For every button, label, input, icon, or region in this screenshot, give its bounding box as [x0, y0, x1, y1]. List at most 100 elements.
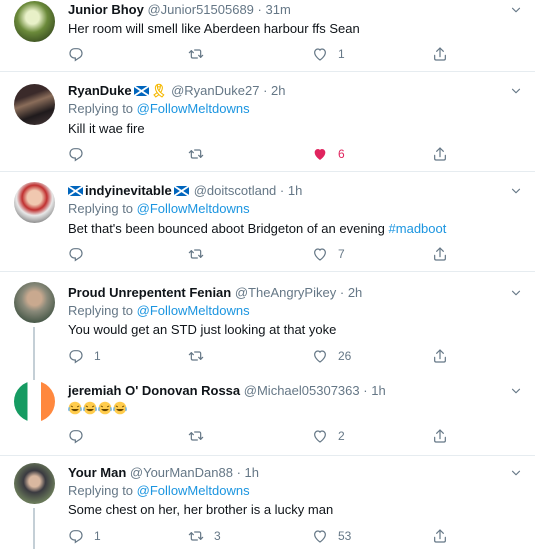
retweet-button[interactable]: 3	[188, 527, 221, 545]
reply-button[interactable]: 1	[68, 527, 101, 545]
display-name[interactable]: indyinevitable	[85, 183, 172, 198]
tweet[interactable]: Junior Bhoy @Junior51505689 · 31m Her ro…	[0, 0, 535, 72]
tweet-actions: 7	[68, 245, 528, 263]
tweet[interactable]: RyanDuke 🎗 @RyanDuke27 · 2h Replying to @F…	[0, 72, 535, 172]
tweet[interactable]: Your Man @YourManDan88 · 1h Replying to …	[0, 456, 535, 549]
tweet-text: Her room will smell like Aberdeen harbou…	[68, 21, 360, 36]
heart-icon	[312, 146, 328, 162]
timestamp[interactable]: 1h	[245, 465, 259, 480]
user-handle[interactable]: @doitscotland	[194, 183, 277, 198]
tears-of-joy-emoji	[98, 401, 112, 415]
retweet-button[interactable]	[188, 145, 214, 163]
mention-link[interactable]: @FollowMeltdowns	[137, 101, 250, 116]
retweet-count: 3	[214, 529, 221, 543]
display-name[interactable]: Junior Bhoy	[68, 2, 144, 17]
reply-count: 1	[94, 529, 101, 543]
timestamp[interactable]: 2h	[348, 285, 362, 300]
share-button[interactable]	[432, 245, 448, 263]
avatar[interactable]	[14, 182, 55, 223]
user-handle[interactable]: @Junior51505689	[147, 2, 253, 17]
user-handle[interactable]: @Michael05307363	[244, 383, 360, 398]
chevron-down-icon[interactable]	[509, 84, 523, 98]
retweet-icon	[188, 46, 204, 62]
chevron-down-icon[interactable]	[509, 3, 523, 17]
chevron-down-icon[interactable]	[509, 184, 523, 198]
share-icon	[432, 348, 448, 364]
reply-button[interactable]	[68, 245, 94, 263]
like-count: 2	[338, 429, 345, 443]
share-button[interactable]	[432, 427, 448, 445]
mention-link[interactable]: @FollowMeltdowns	[137, 303, 250, 318]
avatar[interactable]	[14, 381, 55, 422]
display-name[interactable]: RyanDuke	[68, 83, 132, 98]
like-button[interactable]: 7	[312, 245, 345, 263]
reply-button[interactable]	[68, 45, 94, 63]
like-button[interactable]: 2	[312, 427, 345, 445]
chevron-down-icon[interactable]	[509, 466, 523, 480]
timestamp[interactable]: 2h	[271, 83, 285, 98]
like-button[interactable]: 6	[312, 145, 345, 163]
reply-icon	[68, 428, 84, 444]
display-name[interactable]: jeremiah O' Donovan Rossa	[68, 383, 240, 398]
tweet-actions: 6	[68, 145, 528, 163]
user-handle[interactable]: @TheAngryPikey	[235, 285, 336, 300]
replying-prefix: Replying to	[68, 101, 134, 116]
tweet-header: jeremiah O' Donovan Rossa @Michael053073…	[68, 383, 386, 399]
hashtag-link[interactable]: #madboot	[389, 221, 447, 236]
retweet-button[interactable]	[188, 45, 214, 63]
retweet-button[interactable]	[188, 427, 214, 445]
heart-icon	[312, 246, 328, 262]
separator: ·	[363, 383, 368, 398]
user-handle[interactable]: @RyanDuke27	[171, 83, 259, 98]
tweet-text: Some chest on her, her brother is a luck…	[68, 502, 334, 517]
tweet-text: You would get an STD just looking at tha…	[68, 322, 337, 337]
reply-icon	[68, 246, 84, 262]
tweet-body: Bet that's been bounced aboot Bridgeton …	[68, 221, 385, 236]
avatar[interactable]	[14, 282, 55, 323]
separator: ·	[279, 183, 285, 198]
tweet-actions: 1 3 53	[68, 527, 528, 545]
separator: ·	[236, 465, 241, 480]
scotland-flag-icon	[68, 186, 83, 196]
share-button[interactable]	[432, 527, 448, 545]
avatar[interactable]	[14, 1, 55, 42]
retweet-button[interactable]	[188, 245, 214, 263]
mention-link[interactable]: @FollowMeltdowns	[137, 201, 250, 216]
like-button[interactable]: 26	[312, 347, 351, 365]
avatar[interactable]	[14, 463, 55, 504]
timestamp[interactable]: 31m	[266, 2, 291, 17]
reply-icon	[68, 146, 84, 162]
tweet-header: Proud Unrepentent Fenian @TheAngryPikey …	[68, 285, 362, 301]
user-handle[interactable]: @YourManDan88	[130, 465, 233, 480]
reply-button[interactable]	[68, 145, 94, 163]
tweet-actions: 2	[68, 427, 528, 445]
reply-button[interactable]: 1	[68, 347, 101, 365]
chevron-down-icon[interactable]	[509, 286, 523, 300]
display-name[interactable]: Your Man	[68, 465, 126, 480]
tweet-text: Bet that's been bounced aboot Bridgeton …	[68, 221, 446, 237]
separator: ·	[257, 2, 262, 17]
tweet[interactable]: Proud Unrepentent Fenian @TheAngryPikey …	[0, 272, 535, 372]
like-button[interactable]: 53	[312, 527, 351, 545]
replying-to: Replying to @FollowMeltdowns	[68, 483, 250, 499]
retweet-button[interactable]	[188, 347, 214, 365]
share-button[interactable]	[432, 347, 448, 365]
heart-icon	[312, 528, 328, 544]
timestamp[interactable]: 1h	[371, 383, 385, 398]
chevron-down-icon[interactable]	[509, 384, 523, 398]
tweet-header: indyinevitable @doitscotland · 1h	[68, 183, 302, 199]
like-count: 6	[338, 147, 345, 161]
tweet[interactable]: jeremiah O' Donovan Rossa @Michael053073…	[0, 372, 535, 456]
reply-button[interactable]	[68, 427, 94, 445]
timestamp[interactable]: 1h	[288, 183, 302, 198]
display-name[interactable]: Proud Unrepentent Fenian	[68, 285, 231, 300]
tweet-header: Your Man @YourManDan88 · 1h	[68, 465, 259, 481]
avatar[interactable]	[14, 84, 55, 125]
mention-link[interactable]: @FollowMeltdowns	[137, 483, 250, 498]
like-button[interactable]: 1	[312, 45, 345, 63]
share-button[interactable]	[432, 45, 448, 63]
share-button[interactable]	[432, 145, 448, 163]
share-icon	[432, 246, 448, 262]
tears-of-joy-emoji	[83, 401, 97, 415]
tweet[interactable]: indyinevitable @doitscotland · 1h Replyin…	[0, 172, 535, 272]
